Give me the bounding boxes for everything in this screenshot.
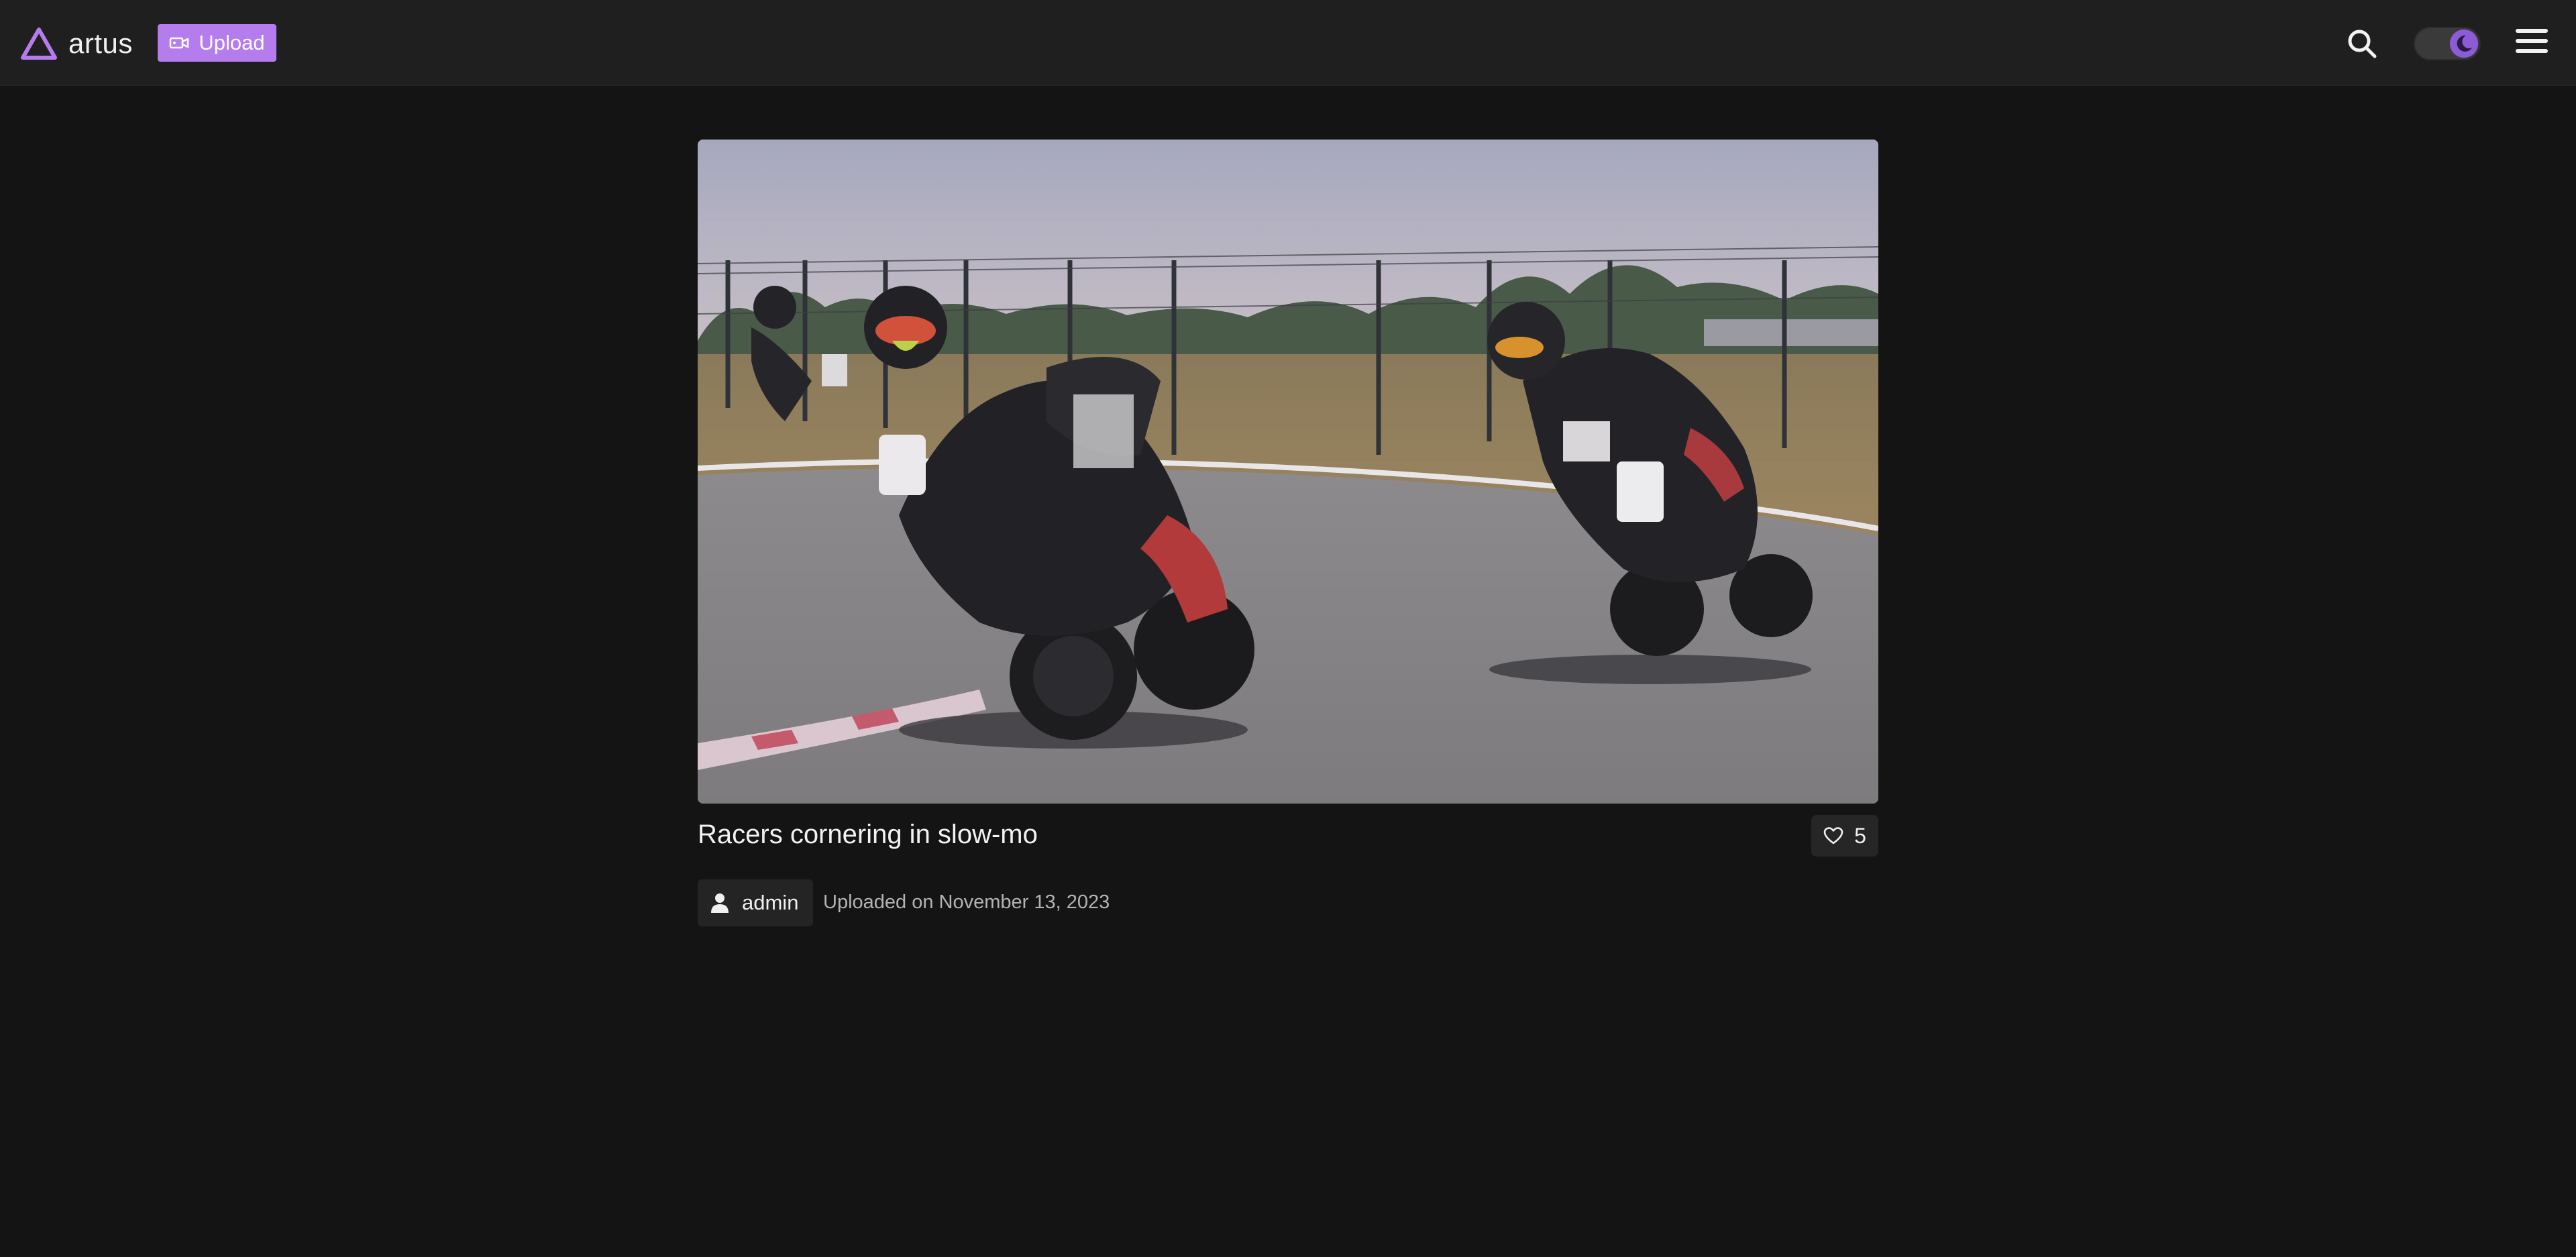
search-icon xyxy=(2348,30,2377,58)
upload-button-label: Upload xyxy=(199,31,265,54)
video-camera-icon xyxy=(170,37,189,49)
like-button[interactable]: 5 xyxy=(1811,815,1878,857)
brand-name: artus xyxy=(68,28,133,59)
theme-toggle-knob xyxy=(2450,30,2478,58)
author-name: admin xyxy=(742,891,799,914)
triangle-logo-icon xyxy=(21,28,57,60)
brand-logo-link[interactable]: artus xyxy=(20,25,133,62)
author-chip[interactable]: admin xyxy=(698,879,813,926)
user-icon xyxy=(711,893,729,913)
heart-icon xyxy=(1823,827,1843,844)
like-count: 5 xyxy=(1854,823,1866,848)
video-title: Racers cornering in slow-mo xyxy=(698,820,1038,849)
hamburger-menu-icon xyxy=(2516,29,2549,53)
theme-toggle[interactable] xyxy=(2414,27,2481,60)
upload-button[interactable]: Upload xyxy=(158,24,276,62)
upload-date: Uploaded on November 13, 2023 xyxy=(823,891,1110,913)
top-navigation-bar: artus Upload xyxy=(0,0,2576,86)
hamburger-menu-button[interactable] xyxy=(2516,29,2549,56)
search-button[interactable] xyxy=(2345,27,2379,60)
moon-icon xyxy=(2450,30,2478,58)
video-player[interactable] xyxy=(698,140,1878,804)
video-thumbnail xyxy=(698,140,1878,804)
